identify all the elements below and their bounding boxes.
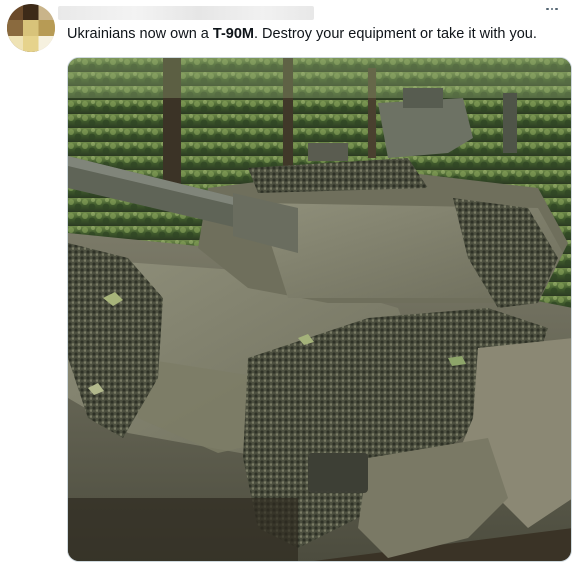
tweet-text-end: . Destroy your equipment or take it with… — [253, 26, 537, 42]
tank-photo-image — [68, 58, 571, 561]
tweet-text: Ukrainians now own a T-90M. Destroy your… — [67, 25, 567, 43]
author-name-redacted — [58, 6, 314, 20]
tweet-text-start: Ukrainians now own a — [67, 26, 213, 42]
tweet-photo[interactable] — [67, 57, 572, 562]
more-horizontal-icon — [546, 7, 549, 11]
tweet-card[interactable]: Ukrainians now own a T-90M. Destroy your… — [0, 0, 574, 563]
tweet-text-bold: T-90M — [212, 26, 254, 42]
avatar[interactable] — [7, 4, 55, 52]
more-options-button[interactable] — [542, 2, 562, 16]
